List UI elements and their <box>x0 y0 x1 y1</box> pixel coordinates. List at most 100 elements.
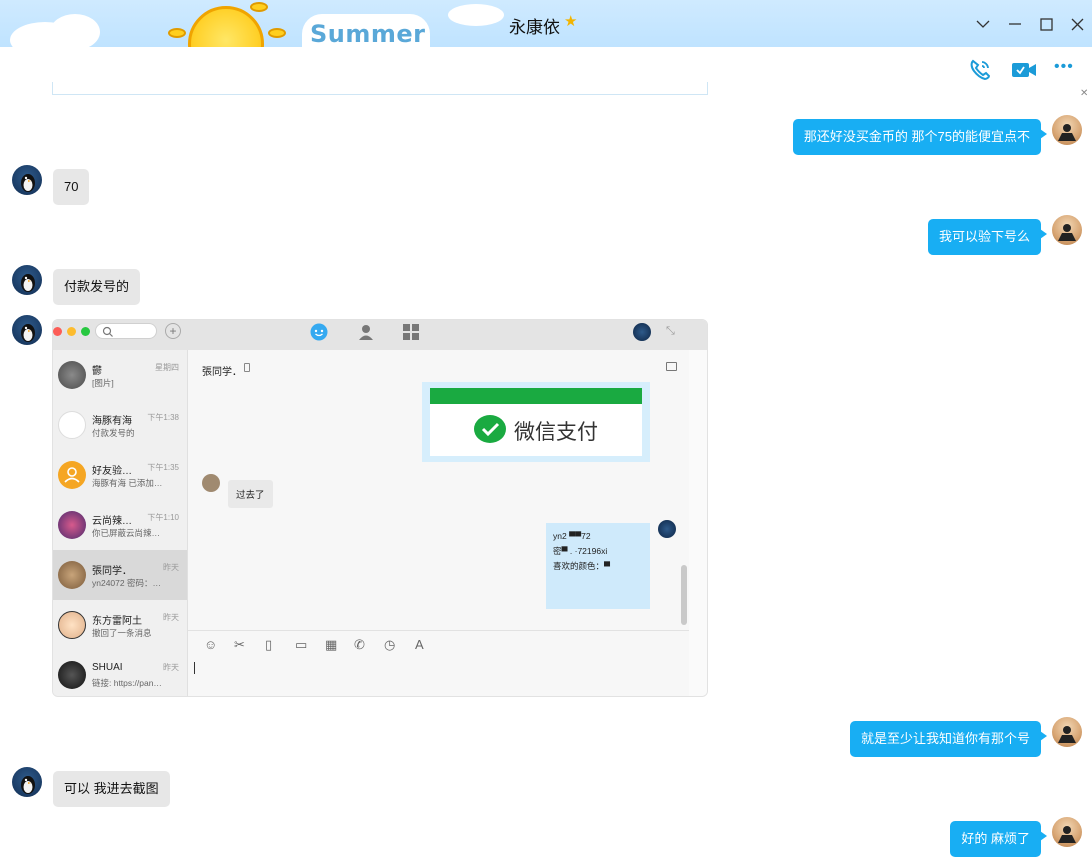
contact-avatar <box>58 511 86 539</box>
conversation-name: 好友验… <box>92 466 132 477</box>
contact-avatar <box>58 661 86 689</box>
account-line: 密▀ . ·72196xi <box>553 546 608 556</box>
wechat-pay-image: 微信支付 <box>422 382 650 462</box>
contact-avatar[interactable] <box>12 165 42 195</box>
cloud-decoration <box>50 14 100 47</box>
screenshot-chat-pane: 張同学． 微信支付 过去了 yn2 ▀▀72 密▀ . ·72196xi 喜欢的… <box>187 350 690 696</box>
account-line: yn2 ▀▀72 <box>553 531 591 541</box>
wechat-pay-label: 微信支付 <box>514 421 598 444</box>
screenshot-account-message: yn2 ▀▀72 密▀ . ·72196xi 喜欢的颜色：▀ <box>546 523 650 609</box>
self-avatar[interactable] <box>1052 215 1082 245</box>
contact-avatar <box>58 361 86 389</box>
screenshot-search-field <box>95 323 157 339</box>
close-small-icon[interactable]: ✕ <box>1080 88 1088 99</box>
conversation-preview: 撤回了一条消息 <box>92 628 152 638</box>
chat-title: 永康依 <box>509 18 560 37</box>
conversation-item: 好友验… 下午1:35 海豚有海 已添加… <box>53 450 187 500</box>
self-avatar <box>658 520 676 538</box>
profile-avatar <box>633 323 651 341</box>
sun-decoration <box>188 6 264 47</box>
conversation-preview: yn24072 密码：… <box>92 578 161 588</box>
sun-ray <box>268 28 286 38</box>
conversation-name: 云尚辣… <box>92 516 132 527</box>
minimize-dot <box>67 327 76 336</box>
conversation-item: 云尚辣… 下午1:10 你已屏蔽云尚辣… <box>53 500 187 550</box>
conversation-preview: 付款发号的 <box>92 428 135 438</box>
incoming-message[interactable]: 70 <box>53 169 90 205</box>
screenshot-chat-name: 張同学． <box>202 367 242 378</box>
sun-ray <box>168 28 186 38</box>
clock-icon: ◷ <box>384 637 396 652</box>
more-icon[interactable]: ••• <box>1054 58 1080 84</box>
apps-tab-icon <box>402 323 420 346</box>
folder-icon: ▭ <box>295 637 308 652</box>
wechat-pay-logo-icon <box>474 415 506 443</box>
conversation-name: 鬱 <box>92 366 102 377</box>
contact-avatar[interactable] <box>12 265 42 295</box>
account-line: 喜欢的颜色：▀ <box>553 561 611 571</box>
close-dot <box>53 327 62 336</box>
zoom-dot <box>81 327 90 336</box>
conversation-item-selected: 張同学． 昨天 yn24072 密码：… <box>53 550 187 600</box>
friend-request-icon <box>58 461 86 489</box>
contacts-tab-icon <box>357 323 375 346</box>
screenshot-more-icon <box>666 362 677 371</box>
title-bar: Summer 永康依 ★ <box>0 0 1092 47</box>
emoji-icon: ☺ <box>204 637 218 652</box>
screenshot-top-bar: + ⤡ <box>53 320 707 350</box>
phone-icon: ✆ <box>354 637 365 652</box>
conversation-time: 下午1:38 <box>147 413 179 422</box>
outgoing-message[interactable]: 好的 麻烦了 <box>950 821 1047 857</box>
collapse-icon: ⤡ <box>666 325 675 337</box>
incoming-message[interactable]: 可以 我进去截图 <box>53 771 170 807</box>
star-icon: ★ <box>564 13 578 30</box>
contact-avatar <box>58 561 86 589</box>
contact-avatar <box>202 474 220 492</box>
conversation-preview: 海豚有海 已添加… <box>92 478 163 488</box>
contact-avatar[interactable] <box>12 315 42 345</box>
contact-avatar <box>58 411 86 439</box>
skin-summer-text: Summer <box>302 14 430 47</box>
conversation-time: 星期四 <box>155 363 179 372</box>
close-icon[interactable] <box>1066 13 1088 35</box>
incoming-message[interactable]: 付款发号的 <box>53 269 141 305</box>
text-caret <box>194 662 195 674</box>
self-avatar[interactable] <box>1052 115 1082 145</box>
conversation-preview: [图片] <box>92 378 114 388</box>
plus-icon: + <box>165 323 181 339</box>
conversation-time: 昨天 <box>163 663 179 672</box>
minimize-icon[interactable] <box>1004 13 1026 35</box>
chat-tab-icon <box>310 323 328 346</box>
contact-avatar[interactable] <box>12 767 42 797</box>
video-call-icon[interactable] <box>1010 57 1036 83</box>
scissors-icon: ✂ <box>234 637 245 652</box>
conversation-name: 海豚有海 <box>92 416 132 427</box>
outgoing-message[interactable]: 那还好没买金币的 那个75的能便宜点不 <box>792 119 1048 155</box>
screenshot-incoming-message: 过去了 <box>228 480 273 508</box>
contact-avatar <box>58 611 86 639</box>
voice-call-icon[interactable] <box>967 57 993 83</box>
conversation-preview: 你已屏蔽云尚辣… <box>92 528 161 538</box>
conversation-time: 下午1:35 <box>147 463 179 472</box>
screenshot-scrollbar <box>681 565 687 625</box>
self-avatar[interactable] <box>1052 717 1082 747</box>
conversation-name: 东方雷阿土 <box>92 616 142 627</box>
image-message[interactable]: + ⤡ 鬱 星期四 [图片] 海豚有海 下午1:38 付款发号的 好友验… 下午… <box>52 319 708 697</box>
previous-message-card-edge <box>52 82 708 95</box>
conversation-item: 海豚有海 下午1:38 付款发号的 <box>53 400 187 450</box>
font-icon: A <box>415 637 424 652</box>
chevron-down-icon[interactable] <box>972 13 994 35</box>
conversation-name: 張同学． <box>92 566 132 577</box>
screenshot-toolbar-divider <box>188 630 690 631</box>
conversation-item: 东方雷阿土 昨天 撤回了一条消息 <box>53 600 187 650</box>
screenshot-right-margin <box>689 350 707 696</box>
self-avatar[interactable] <box>1052 817 1082 847</box>
conversation-time: 昨天 <box>163 613 179 622</box>
maximize-icon[interactable] <box>1035 13 1057 35</box>
conversation-item: SHUAI 昨天 链接: https://pan… <box>53 650 187 696</box>
conversation-time: 昨天 <box>163 563 179 572</box>
conversation-preview: 链接: https://pan… <box>92 678 162 688</box>
conversation-item: 鬱 星期四 [图片] <box>53 350 187 400</box>
outgoing-message[interactable]: 就是至少让我知道你有那个号 <box>849 721 1048 757</box>
outgoing-message[interactable]: 我可以验下号么 <box>927 219 1048 255</box>
